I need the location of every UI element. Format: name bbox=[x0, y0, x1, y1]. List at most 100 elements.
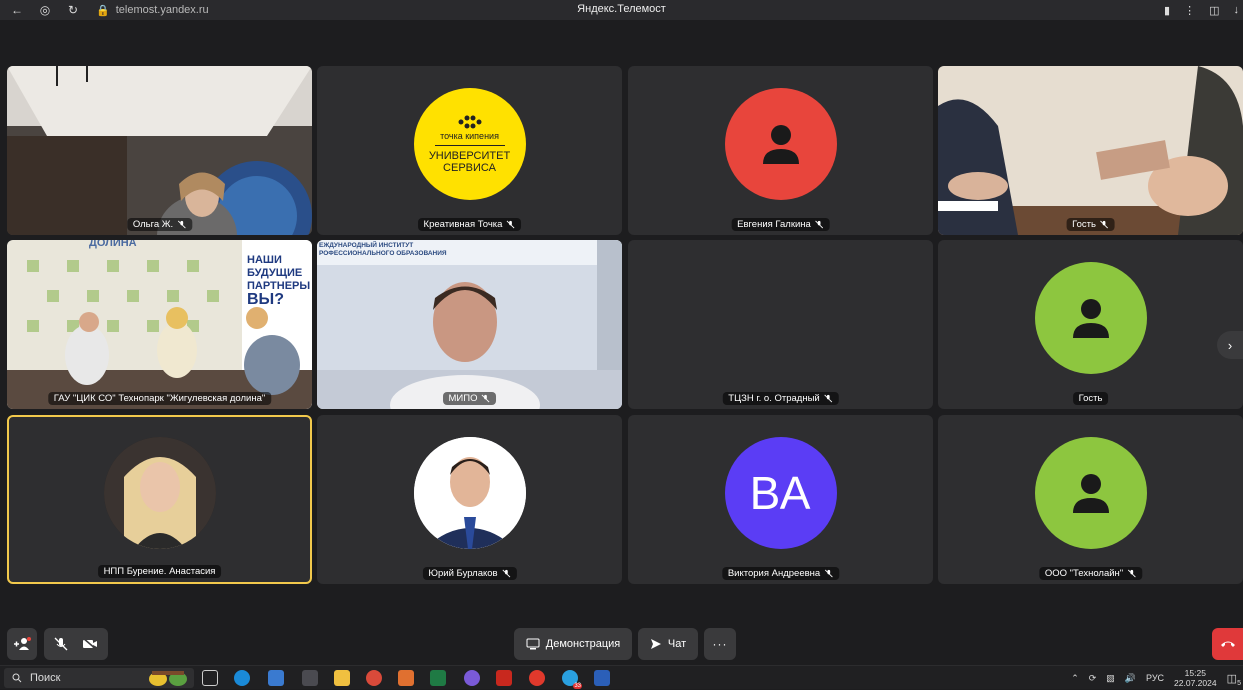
logo-text-line2: СЕРВИСА bbox=[443, 162, 496, 174]
participant-name: Ольга Ж. bbox=[126, 218, 193, 231]
participant-tile[interactable]: Евгения Галкина bbox=[628, 66, 933, 235]
back-icon[interactable]: ← bbox=[6, 0, 28, 20]
hang-up-button[interactable] bbox=[1212, 628, 1243, 660]
chat-button[interactable]: Чат bbox=[638, 628, 698, 660]
hang-up-icon bbox=[1220, 641, 1235, 647]
screen-share-button[interactable]: Демонстрация bbox=[514, 628, 632, 660]
bookmark-icon[interactable]: ▮ bbox=[1164, 4, 1170, 17]
yandex-browser-icon[interactable] bbox=[529, 670, 545, 686]
participant-tile[interactable]: Ольга Ж. bbox=[7, 66, 312, 235]
banner-text: НАШИ БУДУЩИЕ ПАРТНЕРЫ ВЫ? bbox=[247, 254, 311, 308]
participant-name: Евгения Галкина bbox=[731, 218, 830, 231]
participant-tile[interactable]: точка кипения УНИВЕРСИТЕТ СЕРВИСА Креати… bbox=[317, 66, 622, 235]
user-photo bbox=[103, 437, 216, 549]
app-icon[interactable] bbox=[268, 670, 284, 686]
chat-label: Чат bbox=[667, 638, 687, 650]
camera-off-icon[interactable] bbox=[82, 637, 98, 651]
file-explorer-icon[interactable] bbox=[334, 670, 350, 686]
logo-text-top: точка кипения bbox=[440, 131, 499, 141]
next-page-icon[interactable]: › bbox=[1217, 331, 1243, 359]
mic-off-icon bbox=[815, 220, 824, 229]
call-controls: Демонстрация Чат ··· bbox=[0, 620, 1243, 665]
calculator-icon[interactable] bbox=[302, 670, 318, 686]
edge-icon[interactable] bbox=[234, 670, 250, 686]
chevron-up-icon[interactable]: ⌃ bbox=[1071, 673, 1079, 684]
participant-video bbox=[938, 66, 1243, 235]
downloads-icon[interactable]: ↓ bbox=[1234, 4, 1240, 16]
yandex-icon[interactable]: ◎ bbox=[34, 0, 56, 20]
logo-avatar: точка кипения УНИВЕРСИТЕТ СЕРВИСА bbox=[413, 88, 526, 200]
video-grid: Ольга Ж. точка кипения УНИВЕРСИТЕТ СЕРВИ… bbox=[0, 20, 1243, 620]
participant-tile[interactable]: ЕЖДУНАРОДНЫЙ ИНСТИТУТ РОФЕССИОНАЛЬНОГО О… bbox=[317, 240, 622, 409]
screen-share-label: Демонстрация bbox=[545, 638, 621, 650]
participant-video bbox=[7, 66, 312, 235]
add-user-icon bbox=[14, 637, 31, 650]
participant-name: Креативная Точка bbox=[417, 218, 522, 231]
participant-tile-active[interactable]: НПП Бурение. Анастасия bbox=[7, 415, 312, 584]
more-button[interactable]: ··· bbox=[704, 628, 736, 660]
participant-name: Гость bbox=[1066, 218, 1115, 231]
mic-off-icon bbox=[482, 394, 490, 403]
user-icon bbox=[1072, 474, 1109, 513]
avatar-initials: ВА bbox=[749, 467, 812, 519]
clock[interactable]: 15:25 22.07.2024 bbox=[1174, 668, 1217, 688]
mic-off-icon bbox=[177, 220, 186, 229]
user-icon bbox=[1072, 299, 1109, 338]
participant-video bbox=[317, 240, 622, 409]
notifications-icon[interactable]: ◫ 5 bbox=[1227, 672, 1241, 687]
screen-share-icon bbox=[526, 638, 540, 650]
participant-tile[interactable]: Гость bbox=[938, 66, 1243, 235]
mic-off-icon[interactable] bbox=[54, 637, 68, 651]
participant-name: ТЦЗН г. о. Отрадный bbox=[722, 392, 839, 405]
participant-tile[interactable]: ДОЛИНА НАШИ БУДУЩИЕ ПАРТНЕРЫ ВЫ? ГАУ "ЦИ… bbox=[7, 240, 312, 409]
reload-icon[interactable]: ↻ bbox=[62, 0, 84, 20]
chat-icon bbox=[650, 639, 661, 649]
media-toggle-group bbox=[44, 628, 108, 660]
mic-off-icon bbox=[1127, 569, 1136, 578]
collections-icon[interactable]: ◫ bbox=[1209, 4, 1219, 17]
notes-icon[interactable] bbox=[398, 670, 414, 686]
address-bar[interactable]: 🔒 telemost.yandex.ru bbox=[96, 2, 209, 18]
participant-tile[interactable]: Юрий Бурлаков bbox=[317, 415, 622, 584]
network-icon[interactable]: ▧ bbox=[1106, 673, 1115, 684]
participant-name: Юрий Бурлаков bbox=[422, 567, 517, 580]
profile-photo bbox=[413, 437, 526, 549]
volume-icon[interactable]: 🔊 bbox=[1125, 673, 1136, 684]
lock-icon: 🔒 bbox=[96, 4, 110, 17]
word-icon[interactable] bbox=[594, 670, 610, 686]
search-icon bbox=[12, 673, 22, 683]
user-avatar bbox=[1034, 437, 1147, 549]
user-icon bbox=[762, 125, 799, 164]
windows-taskbar: Поиск 33 ⌃ ⟳ ▧ 🔊 РУС 15:25 22.07.2024 ◫ 5 bbox=[0, 665, 1243, 689]
task-view-icon[interactable] bbox=[202, 670, 218, 686]
participant-tile[interactable]: ТЦЗН г. о. Отрадный bbox=[628, 240, 933, 409]
excel-icon[interactable] bbox=[430, 670, 446, 686]
mic-off-icon bbox=[1100, 220, 1109, 229]
acrobat-icon[interactable] bbox=[496, 670, 512, 686]
user-avatar bbox=[1034, 262, 1147, 374]
search-placeholder: Поиск bbox=[30, 672, 61, 684]
clock-date: 22.07.2024 bbox=[1174, 678, 1217, 688]
participant-tile[interactable]: Гость bbox=[938, 240, 1243, 409]
system-tray: ⌃ ⟳ ▧ 🔊 РУС 15:25 22.07.2024 ◫ 5 bbox=[1071, 666, 1241, 690]
menu-dots-icon[interactable]: ⋮ bbox=[1184, 4, 1195, 17]
participant-tile[interactable]: ООО "Технолайн" bbox=[938, 415, 1243, 584]
chrome-icon[interactable] bbox=[366, 670, 382, 686]
initials-avatar: ВА bbox=[724, 437, 837, 549]
mic-off-icon bbox=[507, 220, 515, 229]
sync-icon[interactable]: ⟳ bbox=[1089, 673, 1097, 684]
participant-name: МИПО bbox=[442, 392, 497, 405]
mic-off-icon bbox=[824, 394, 833, 403]
input-language[interactable]: РУС bbox=[1146, 673, 1164, 683]
user-photo bbox=[413, 437, 526, 549]
telegram-icon[interactable]: 33 bbox=[562, 670, 582, 689]
taskbar-search[interactable]: Поиск bbox=[4, 668, 194, 688]
more-dots-icon: ··· bbox=[712, 637, 728, 651]
messenger-icon[interactable] bbox=[464, 670, 480, 686]
participant-name: ООО "Технолайн" bbox=[1038, 567, 1143, 580]
add-participant-button[interactable] bbox=[7, 628, 37, 660]
telegram-badge: 33 bbox=[573, 683, 582, 689]
participant-name: ГАУ "ЦИК СО" Технопарк "Жигулевская доли… bbox=[47, 392, 272, 405]
participant-tile[interactable]: ВА Виктория Андреевна bbox=[628, 415, 933, 584]
browser-bar: ← ◎ ↻ 🔒 telemost.yandex.ru Яндекс.Телемо… bbox=[0, 0, 1243, 20]
